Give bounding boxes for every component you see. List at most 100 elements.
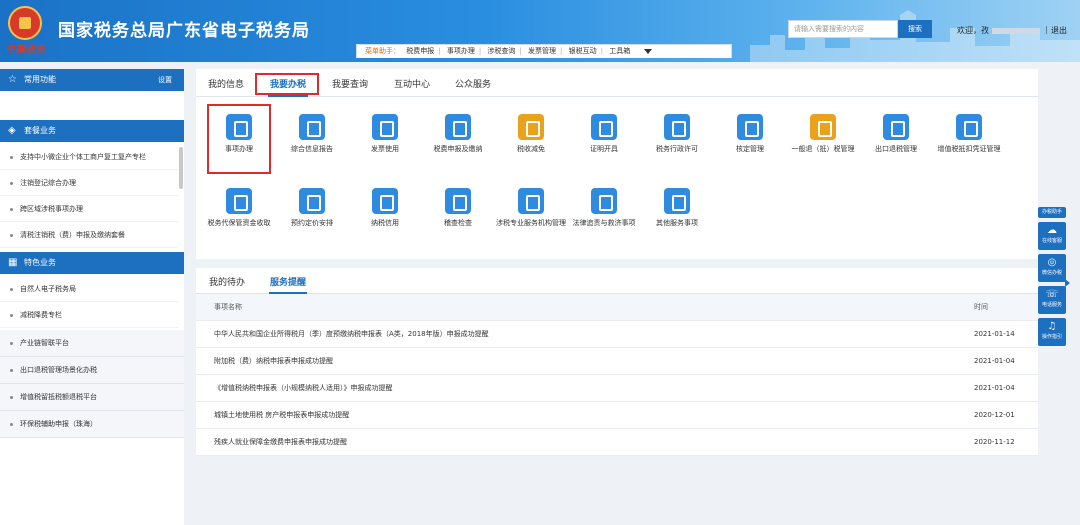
tab-my-todo[interactable]: 我的待办: [209, 275, 245, 288]
service-pricing[interactable]: 预约定价安排: [277, 188, 347, 228]
row-name[interactable]: 《增值税纳税申报表（小规模纳税人适用）》申报成功提醒: [214, 375, 393, 402]
table-row[interactable]: 附加税（费）纳税申报表申报成功提醒 2021-01-04: [196, 348, 1038, 375]
welcome-text: 欢迎，孜: [957, 26, 989, 35]
helper-separator: |: [600, 47, 603, 55]
helper-item-tax-declaration[interactable]: 税费申报: [406, 47, 434, 55]
service-label: 税费申报及缴纳: [433, 145, 483, 153]
helper-item-toolbox[interactable]: 工具箱: [609, 47, 630, 55]
service-label: 涉税专业服务机构管理: [496, 219, 566, 227]
main-tabs: 我的信息 我要办税 我要查询 互动中心 公众服务: [196, 69, 1038, 97]
service-label: 纳税信用: [371, 219, 399, 227]
row-time: 2021-01-04: [974, 357, 1015, 365]
service-general-refund[interactable]: 一般退（抵）税管理: [788, 114, 858, 154]
service-agency-mgmt[interactable]: 涉税专业服务机构管理: [496, 188, 566, 228]
phone-service-label: 电话服务: [1041, 302, 1062, 308]
sidebar-item-natural-person[interactable]: 自然人电子税务局: [0, 276, 178, 302]
tab-my-info[interactable]: 我的信息: [208, 77, 244, 90]
col-header-name: 事项名称: [214, 303, 242, 311]
sidebar-item-recovery[interactable]: 支持中小微企业个体工商户复工复产专栏: [0, 144, 178, 170]
row-name[interactable]: 中华人民共和国企业所得税月（季）度预缴纳税申报表（A类，2018年版）申报成功提…: [214, 321, 489, 348]
tax-emblem-icon: [8, 6, 42, 40]
service-license[interactable]: 税务行政许可: [642, 114, 712, 154]
search-input[interactable]: 请输入需要搜索的内容: [788, 20, 898, 38]
service-credit[interactable]: 纳税信用: [350, 188, 420, 228]
service-other[interactable]: 其他服务事项: [642, 188, 712, 228]
sidebar-item-clearance[interactable]: 清税注销税（费）申报及缴纳套餐: [0, 222, 178, 248]
guide-icon: ♫: [1047, 321, 1057, 332]
user-gear-icon: [737, 114, 763, 140]
service-verification[interactable]: 核定管理: [715, 114, 785, 154]
sidebar-common-header[interactable]: ☆ 常用功能 设置: [0, 69, 184, 91]
sidebar-item-cross-region[interactable]: 跨区域涉税事项办理: [0, 196, 178, 222]
todo-tabs: 我的待办 服务提醒: [196, 268, 1038, 294]
service-invoice[interactable]: 发票使用: [350, 114, 420, 154]
row-time: 2020-12-01: [974, 411, 1015, 419]
floating-collapse-arrow-icon[interactable]: [1065, 279, 1070, 287]
sidebar: ☆ 常用功能 设置 ◈ 套餐业务 支持中小微企业个体工商户复工复产专栏 注销登记…: [0, 69, 184, 525]
row-name[interactable]: 城镇土地使用税 房产税申报表申报成功提醒: [214, 402, 349, 429]
table-row[interactable]: 残疾人就业保障金缴费申报表申报成功提醒 2020-11-12: [196, 429, 1038, 456]
wechat-icon: ◎: [1047, 257, 1057, 268]
search-button[interactable]: 搜索: [898, 20, 932, 38]
table-row[interactable]: 《增值税纳税申报表（小规模纳税人适用）》申报成功提醒 2021-01-04: [196, 375, 1038, 402]
more-services-icon: [664, 188, 690, 214]
wechat-label: 微信办税: [1041, 270, 1062, 276]
service-certificate[interactable]: 证明开具: [569, 114, 639, 154]
certificate-icon: [591, 114, 617, 140]
todo-panel: 我的待办 服务提醒 事项名称 时间 中华人民共和国企业所得税月（季）度预缴纳税申…: [196, 268, 1038, 456]
tab-public-service[interactable]: 公众服务: [455, 77, 491, 90]
gavel-icon: [591, 188, 617, 214]
sidebar-scrollbar[interactable]: [179, 147, 183, 189]
floating-helper-title: 办税助手: [1038, 207, 1066, 218]
chevron-down-icon[interactable]: [644, 48, 653, 54]
tab-service-reminder[interactable]: 服务提醒: [270, 275, 306, 288]
sidebar-item-deregistration[interactable]: 注销登记综合办理: [0, 170, 178, 196]
sidebar-package-header[interactable]: ◈ 套餐业务: [0, 120, 184, 142]
row-name[interactable]: 附加税（费）纳税申报表申报成功提醒: [214, 348, 333, 375]
service-label: 稽查检查: [444, 219, 472, 227]
row-time: 2020-11-12: [974, 438, 1015, 446]
service-declare-pay[interactable]: 税费申报及缴纳: [423, 114, 493, 154]
sidebar-item-export-refund[interactable]: 出口退税管理场景化办税: [0, 357, 184, 384]
sidebar-item-env-tax[interactable]: 环保税辅助申报（珠海）: [0, 411, 184, 438]
service-vat-voucher[interactable]: 增值税抵扣凭证管理: [934, 114, 1004, 154]
tab-highlight-box: [255, 73, 319, 95]
sidebar-special-header[interactable]: ▦ 特色业务: [0, 252, 184, 274]
service-info-report[interactable]: 综合信息报告: [277, 114, 347, 154]
table-row[interactable]: 城镇土地使用税 房产税申报表申报成功提醒 2020-12-01: [196, 402, 1038, 429]
helper-item-matters[interactable]: 事项办理: [447, 47, 475, 55]
sidebar-item-industry-chain[interactable]: 产业链智联平台: [0, 330, 184, 357]
tab-interaction[interactable]: 互动中心: [394, 77, 430, 90]
online-service-label: 在线客服: [1041, 238, 1062, 244]
row-time: 2021-01-04: [974, 384, 1015, 392]
service-export-refund[interactable]: 出口退税管理: [861, 114, 931, 154]
helper-item-invoice[interactable]: 发票管理: [528, 47, 556, 55]
logout-link[interactable]: 退出: [1051, 25, 1067, 36]
service-inspection[interactable]: 稽查检查: [423, 188, 493, 228]
service-custody-funds[interactable]: 税务代保管资金收取: [204, 188, 274, 228]
menu-helper-label: 菜单助手：: [365, 47, 400, 55]
helper-separator: |: [438, 47, 441, 55]
guide-button[interactable]: ♫ 操作指引: [1038, 318, 1066, 346]
helper-item-inquiry[interactable]: 涉税查询: [487, 47, 515, 55]
phone-service-button[interactable]: ☏ 电话服务: [1038, 286, 1066, 314]
sidebar-item-vat-refund[interactable]: 增值税留抵税额退税平台: [0, 384, 184, 411]
wechat-button[interactable]: ◎ 微信办税: [1038, 254, 1066, 282]
helper-separator: |: [560, 47, 563, 55]
sidebar-settings-link[interactable]: 设置: [158, 69, 172, 91]
helper-separator: |: [478, 47, 482, 55]
phone-icon: ☏: [1045, 289, 1059, 300]
header-separator: |: [1045, 25, 1048, 34]
service-legal[interactable]: 法律追责与救济事项: [569, 188, 639, 228]
row-name[interactable]: 残疾人就业保障金缴费申报表申报成功提醒: [214, 429, 347, 456]
col-header-time: 时间: [974, 303, 988, 311]
helper-item-bank-tax[interactable]: 银税互动: [569, 47, 597, 55]
service-label: 增值税抵扣凭证管理: [937, 145, 1001, 153]
tab-inquiry[interactable]: 我要查询: [332, 77, 368, 90]
service-tax-relief[interactable]: 税收减免: [496, 114, 566, 154]
site-header: 中国税务 国家税务总局广东省电子税务局 请输入需要搜索的内容 搜索 欢迎，孜 |…: [0, 0, 1080, 62]
table-row[interactable]: 中华人民共和国企业所得税月（季）度预缴纳税申报表（A类，2018年版）申报成功提…: [196, 321, 1038, 348]
site-title: 国家税务总局广东省电子税务局: [58, 21, 310, 41]
sidebar-item-tax-reduction[interactable]: 减税降费专栏: [0, 302, 178, 328]
online-service-button[interactable]: ☁ 在线客服: [1038, 222, 1066, 250]
